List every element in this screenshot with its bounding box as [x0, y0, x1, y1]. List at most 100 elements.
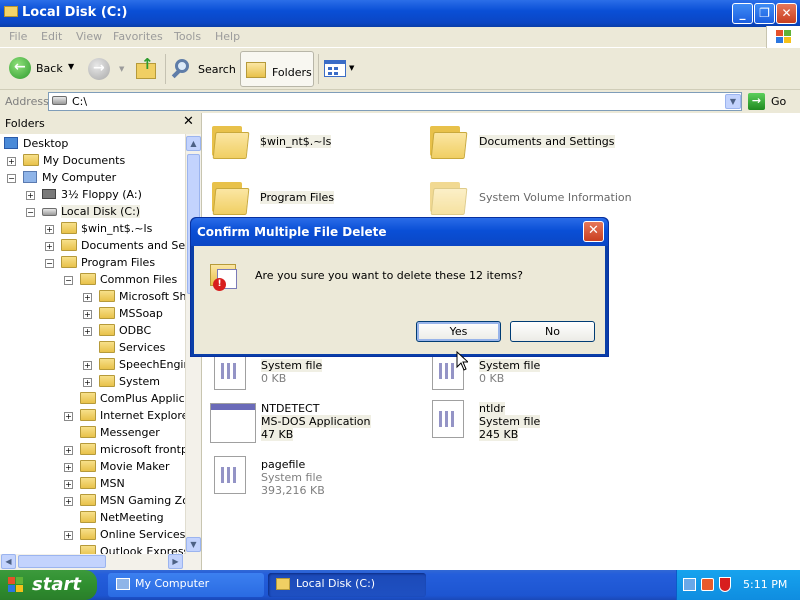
menu-tools[interactable]: Tools — [174, 30, 201, 43]
window-title-bar[interactable]: Local Disk (C:) _ ❐ ✕ — [0, 0, 800, 27]
security-alert-icon[interactable] — [701, 578, 714, 591]
collapse-icon[interactable]: − — [64, 276, 73, 285]
tree-item-common-files[interactable]: Common Files — [80, 272, 177, 289]
expand-icon[interactable]: + — [83, 361, 92, 370]
address-input[interactable]: C:\ ▼ — [48, 92, 742, 111]
tree-item-microsoft-frontpage[interactable]: microsoft frontpa — [80, 442, 185, 459]
expand-icon[interactable]: + — [7, 157, 16, 166]
expand-icon[interactable]: + — [83, 378, 92, 387]
tree-item-my-computer[interactable]: My Computer — [23, 170, 116, 187]
tree-item-local-disk[interactable]: Local Disk (C:) — [42, 204, 141, 221]
folders-button[interactable]: Folders — [240, 51, 314, 87]
collapse-icon[interactable]: − — [26, 208, 35, 217]
collapse-icon[interactable]: − — [7, 174, 16, 183]
scroll-down-icon[interactable]: ▼ — [186, 537, 201, 552]
tree-item-services[interactable]: Services — [99, 340, 165, 357]
tree-item-odbc[interactable]: ODBC — [99, 323, 151, 340]
folder-icon — [99, 375, 115, 387]
clock[interactable]: 5:11 PM — [743, 578, 787, 591]
tree-item-movie-maker[interactable]: Movie Maker — [80, 459, 170, 476]
expand-icon[interactable]: + — [64, 480, 73, 489]
expand-icon[interactable]: + — [83, 327, 92, 336]
file-item[interactable]: pagefile System file 393,216 KB — [214, 456, 354, 500]
file-item[interactable]: ntldr System file 245 KB — [432, 400, 572, 444]
folder-icon — [80, 443, 96, 455]
dialog-title-bar[interactable]: Confirm Multiple File Delete ✕ — [191, 218, 608, 246]
yes-button[interactable]: Yes — [416, 321, 501, 342]
expand-icon[interactable]: + — [64, 531, 73, 540]
expand-icon[interactable]: + — [83, 310, 92, 319]
forward-button[interactable]: → — [88, 58, 110, 80]
views-button[interactable]: ▼ — [322, 57, 358, 81]
drive-icon — [52, 96, 67, 105]
menu-edit[interactable]: Edit — [41, 30, 62, 43]
file-item[interactable]: System file 0 KB — [432, 352, 572, 392]
menu-favorites[interactable]: Favorites — [113, 30, 163, 43]
tree-item-outlook-express[interactable]: Outlook Express — [80, 544, 185, 554]
tree-item-online-services[interactable]: Online Services — [80, 527, 185, 544]
close-pane-icon[interactable]: ✕ — [183, 114, 194, 129]
folder-item[interactable]: $win_nt$.~ls — [212, 123, 342, 163]
menu-help[interactable]: Help — [215, 30, 240, 43]
tree-item-microsoft-shared[interactable]: Microsoft Sha — [99, 289, 185, 306]
collapse-icon[interactable]: − — [45, 259, 54, 268]
tree-item-msn-gaming-zone[interactable]: MSN Gaming Zone — [80, 493, 185, 510]
expand-icon[interactable]: + — [45, 225, 54, 234]
folder-icon — [212, 179, 250, 215]
expand-icon[interactable]: + — [64, 497, 73, 506]
tree-item-floppy[interactable]: 3½ Floppy (A:) — [42, 187, 142, 204]
folder-item[interactable]: Documents and Settings — [430, 123, 630, 163]
menu-view[interactable]: View — [76, 30, 102, 43]
scroll-left-icon[interactable]: ◀ — [1, 554, 16, 569]
restore-button[interactable]: ❐ — [754, 3, 775, 24]
back-button[interactable]: ← Back ▼ — [6, 52, 80, 84]
desktop-icon — [4, 137, 18, 149]
file-item[interactable]: NTDETECT MS-DOS Application 47 KB — [208, 400, 371, 444]
tree-item-system[interactable]: System — [99, 374, 160, 391]
file-item[interactable]: System file 0 KB — [214, 352, 354, 392]
taskbar-item-my-computer[interactable]: My Computer — [108, 573, 264, 597]
address-dropdown-button[interactable]: ▼ — [725, 94, 741, 109]
tree-item-complus-applications[interactable]: ComPlus Applicati — [80, 391, 185, 408]
chevron-down-icon[interactable]: ▼ — [68, 62, 74, 71]
network-icon[interactable] — [683, 578, 696, 591]
up-folder-button[interactable]: ↑ — [134, 55, 160, 83]
taskbar-item-local-disk[interactable]: Local Disk (C:) — [268, 573, 426, 597]
close-button[interactable]: ✕ — [776, 3, 797, 24]
scroll-thumb[interactable] — [18, 555, 106, 568]
scroll-up-icon[interactable]: ▲ — [186, 136, 201, 151]
folder-item[interactable]: System Volume Information — [430, 179, 632, 219]
tree-item-desktop[interactable]: Desktop — [4, 136, 68, 153]
tree-item-mssoap[interactable]: MSSoap — [99, 306, 163, 323]
tree-item-win-nt-ls[interactable]: $win_nt$.~ls — [61, 221, 152, 238]
expand-icon[interactable]: + — [83, 293, 92, 302]
tree-item-documents-and-settings[interactable]: Documents and Settir — [61, 238, 185, 255]
expand-icon[interactable]: + — [26, 191, 35, 200]
tree-item-netmeeting[interactable]: NetMeeting — [80, 510, 164, 527]
dialog-close-button[interactable]: ✕ — [583, 221, 604, 242]
tree-item-msn[interactable]: MSN — [80, 476, 125, 493]
search-button[interactable]: Search — [169, 53, 237, 85]
expand-icon[interactable]: + — [64, 446, 73, 455]
expand-icon[interactable]: + — [45, 242, 54, 251]
tree-item-speechengines[interactable]: SpeechEngine — [99, 357, 185, 374]
menu-file[interactable]: File — [9, 30, 27, 43]
minimize-button[interactable]: _ — [732, 3, 753, 24]
tree-item-internet-explorer[interactable]: Internet Explorer — [80, 408, 185, 425]
folder-icon — [61, 222, 77, 234]
tree-item-program-files[interactable]: Program Files — [61, 255, 155, 272]
folder-item[interactable]: Program Files — [212, 179, 342, 219]
expand-icon[interactable]: + — [64, 463, 73, 472]
no-button[interactable]: No — [510, 321, 595, 342]
expand-icon[interactable]: + — [64, 412, 73, 421]
tree-item-messenger[interactable]: Messenger — [80, 425, 160, 442]
go-button[interactable]: → Go — [746, 92, 796, 111]
shield-icon[interactable] — [719, 577, 731, 592]
scroll-right-icon[interactable]: ▶ — [168, 554, 183, 569]
chevron-down-icon[interactable]: ▼ — [119, 65, 124, 73]
start-button[interactable]: start — [0, 570, 97, 600]
folder-icon — [430, 179, 468, 215]
system-tray: 5:11 PM — [676, 570, 800, 600]
tree-horizontal-scrollbar[interactable]: ◀ ▶ — [0, 554, 201, 570]
tree-item-my-documents[interactable]: My Documents — [23, 153, 125, 170]
